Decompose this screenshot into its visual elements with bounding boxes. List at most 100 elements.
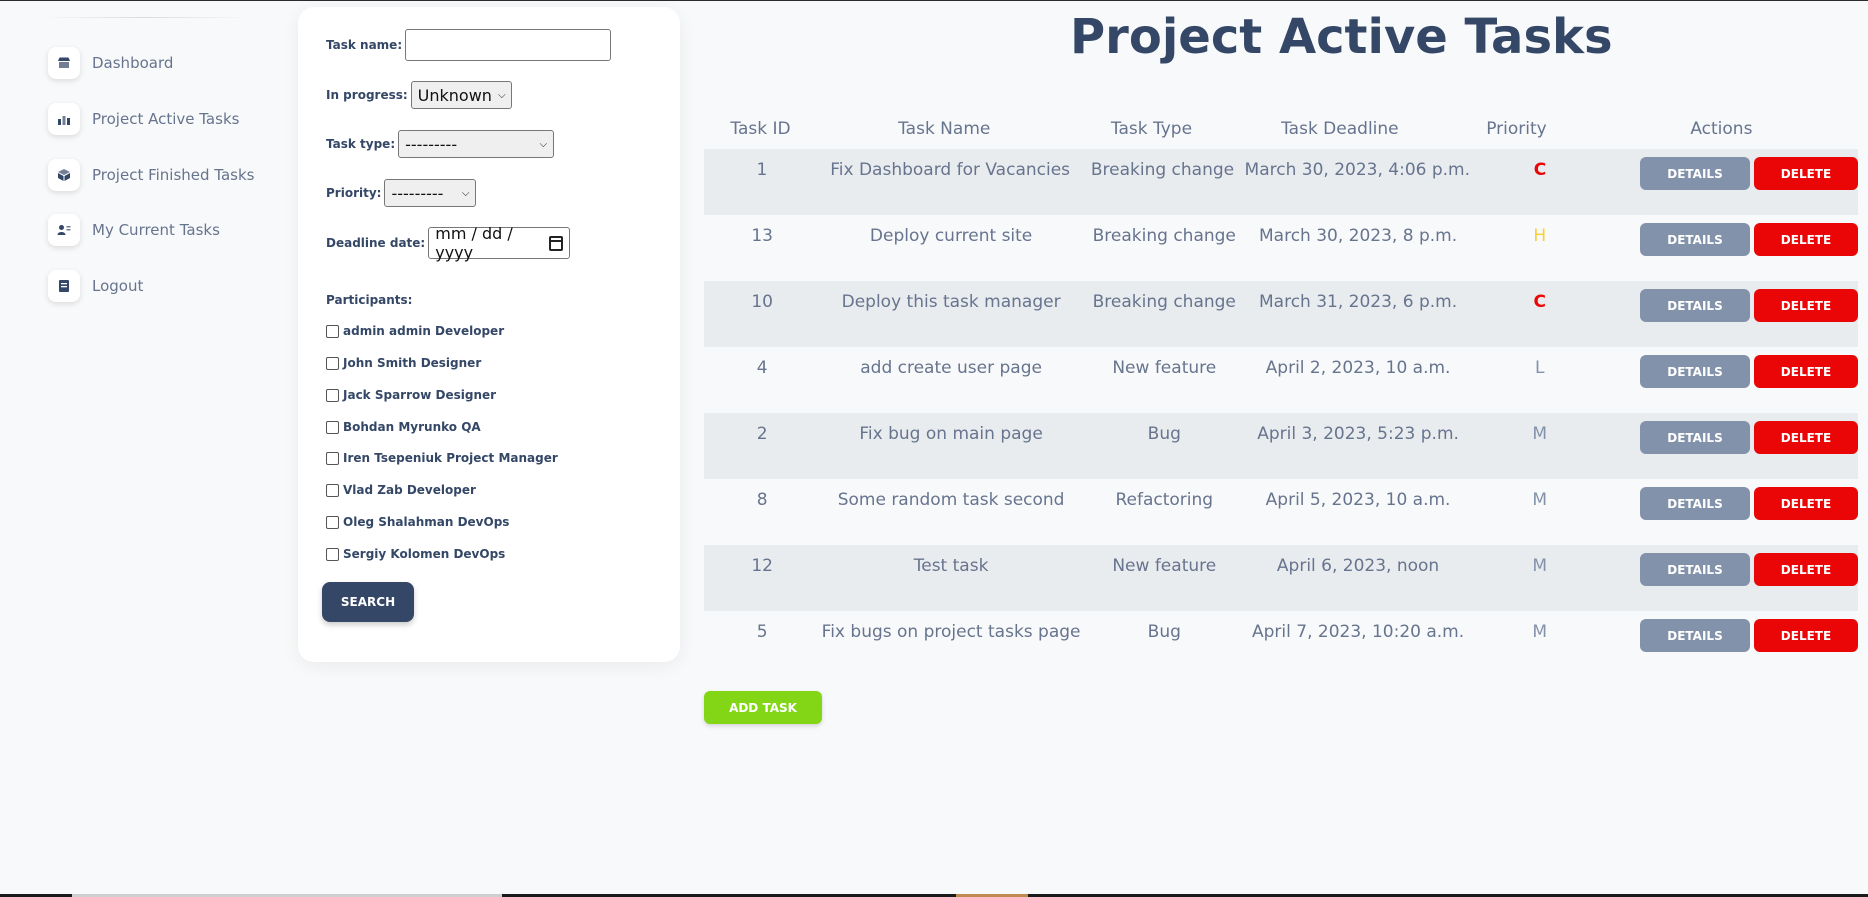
- sidebar-item-my-current-tasks[interactable]: My Current Tasks: [48, 210, 220, 250]
- table-body: 1 Fix Dashboard for Vacancies Breaking cha…: [704, 149, 1858, 677]
- task-id-cell: 4: [756, 358, 768, 378]
- sidebar-item-label: My Current Tasks: [92, 221, 220, 239]
- participant-option[interactable]: John Smith Designer: [326, 356, 481, 370]
- participant-option[interactable]: Jack Sparrow Designer: [326, 388, 496, 402]
- task-name-cell: Some random task second: [837, 490, 1065, 510]
- add-task-button[interactable]: ADD TASK: [704, 691, 822, 724]
- delete-button[interactable]: DELETE: [1754, 157, 1858, 190]
- task-name-label: Task name:: [326, 38, 403, 52]
- sidebar-item-label: Logout: [92, 277, 144, 295]
- details-button[interactable]: DETAILS: [1640, 553, 1750, 586]
- participant-checkbox[interactable]: [326, 356, 339, 370]
- task-name-cell: Deploy this task manager: [841, 292, 1061, 312]
- participant-option[interactable]: Bohdan Myrunko QA: [326, 420, 481, 434]
- calendar-icon[interactable]: [548, 235, 564, 251]
- task-type-select[interactable]: --------- ⌵: [398, 130, 555, 158]
- task-priority-cell: H: [1533, 226, 1547, 246]
- sidebar-item-dashboard[interactable]: Dashboard: [48, 43, 173, 83]
- task-type-row: Task type: --------- ⌵: [326, 130, 555, 158]
- column-header: Task Type: [1110, 119, 1193, 139]
- in-progress-row: In progress: Unknown ⌵: [326, 81, 512, 109]
- deadline-label: Deadline date:: [326, 236, 426, 250]
- search-button[interactable]: SEARCH: [322, 582, 414, 622]
- task-name-cell: Fix bug on main page: [859, 424, 1043, 444]
- task-deadline-cell: April 3, 2023, 5:23 p.m.: [1257, 424, 1459, 444]
- participant-checkbox[interactable]: [326, 420, 339, 434]
- sidebar-item-label: Project Finished Tasks: [92, 166, 255, 184]
- participant-checkbox[interactable]: [326, 547, 339, 561]
- column-header: Task ID: [730, 119, 791, 139]
- participant-label: Vlad Zab Developer: [343, 483, 476, 497]
- participant-option[interactable]: Vlad Zab Developer: [326, 483, 476, 497]
- column-header: Task Deadline: [1281, 119, 1399, 139]
- details-button[interactable]: DETAILS: [1640, 223, 1750, 256]
- task-priority-cell: M: [1532, 622, 1548, 642]
- participant-option[interactable]: admin admin Developer: [326, 324, 504, 338]
- row-actions: DETAILS DELETE: [1610, 215, 1858, 256]
- delete-button[interactable]: DELETE: [1754, 553, 1858, 586]
- table-row: 13 Deploy current site Breaking change Marc…: [704, 215, 1858, 281]
- details-button[interactable]: DETAILS: [1640, 157, 1750, 190]
- task-type-cell: New feature: [1112, 358, 1217, 378]
- task-priority-cell: M: [1532, 490, 1548, 510]
- in-progress-select[interactable]: Unknown ⌵: [410, 81, 512, 109]
- task-deadline-cell: April 5, 2023, 10 a.m.: [1265, 490, 1451, 510]
- task-type-cell: Bug: [1147, 424, 1181, 444]
- deadline-date-input[interactable]: mm / dd / yyyy: [428, 224, 571, 262]
- row-actions: DETAILS DELETE: [1610, 545, 1858, 586]
- task-priority-cell: L: [1535, 358, 1545, 378]
- task-name-cell: add create user page: [860, 358, 1042, 378]
- delete-button[interactable]: DELETE: [1754, 487, 1858, 520]
- participant-checkbox[interactable]: [326, 515, 339, 529]
- sidebar-item-project-finished-tasks[interactable]: Project Finished Tasks: [48, 155, 255, 195]
- priority-label: Priority:: [326, 186, 382, 200]
- task-id-cell: 5: [756, 622, 768, 642]
- task-id-cell: 1: [756, 160, 768, 180]
- sidebar-item-label: Project Active Tasks: [92, 110, 240, 128]
- task-priority-cell: M: [1532, 556, 1548, 576]
- task-id-cell: 10: [751, 292, 773, 312]
- table-row: 1 Fix Dashboard for Vacancies Breaking cha…: [704, 149, 1858, 215]
- delete-button[interactable]: DELETE: [1754, 223, 1858, 256]
- participant-label: admin admin Developer: [343, 324, 505, 338]
- task-name-input[interactable]: [405, 29, 612, 61]
- priority-select[interactable]: --------- ⌵: [384, 179, 477, 207]
- details-button[interactable]: DETAILS: [1640, 421, 1750, 454]
- participant-label: Bohdan Myrunko QA: [343, 420, 481, 434]
- participant-checkbox[interactable]: [326, 451, 339, 465]
- participant-option[interactable]: Oleg Shalahman DevOps: [326, 515, 509, 529]
- task-deadline-cell: April 2, 2023, 10 a.m.: [1265, 358, 1451, 378]
- chevron-down-icon: ⌵: [539, 138, 548, 150]
- details-button[interactable]: DETAILS: [1640, 487, 1750, 520]
- participant-checkbox[interactable]: [326, 388, 339, 402]
- details-button[interactable]: DETAILS: [1640, 355, 1750, 388]
- row-actions: DETAILS DELETE: [1610, 281, 1858, 322]
- task-name-row: Task name:: [326, 29, 612, 61]
- deadline-placeholder: mm / dd / yyyy: [435, 224, 513, 262]
- participant-label: Jack Sparrow Designer: [343, 388, 497, 402]
- task-name-cell: Test task: [913, 556, 989, 576]
- participant-checkbox[interactable]: [326, 324, 339, 338]
- participant-checkbox[interactable]: [326, 483, 339, 497]
- participant-label: John Smith Designer: [343, 356, 482, 370]
- delete-button[interactable]: DELETE: [1754, 355, 1858, 388]
- filter-card: Task name: In progress: Unknown ⌵ Task t…: [298, 7, 680, 662]
- delete-button[interactable]: DELETE: [1754, 421, 1858, 454]
- participant-option[interactable]: Sergiy Kolomen DevOps: [326, 547, 505, 561]
- details-button[interactable]: DETAILS: [1640, 619, 1750, 652]
- task-type-label: Task type:: [326, 137, 396, 151]
- table-row: 8 Some random task second Refactoring April…: [704, 479, 1858, 545]
- participant-option[interactable]: Iren Tsepeniuk Project Manager: [326, 451, 558, 465]
- delete-button[interactable]: DELETE: [1754, 289, 1858, 322]
- task-deadline-cell: April 6, 2023, noon: [1276, 556, 1440, 576]
- details-button[interactable]: DETAILS: [1640, 289, 1750, 322]
- task-name-cell: Deploy current site: [869, 226, 1033, 246]
- task-id-cell: 2: [756, 424, 768, 444]
- delete-button[interactable]: DELETE: [1754, 619, 1858, 652]
- sidebar-item-project-active-tasks[interactable]: Project Active Tasks: [48, 99, 239, 139]
- sidebar-item-logout[interactable]: Logout: [48, 266, 143, 306]
- sidebar-item-label: Dashboard: [92, 54, 174, 72]
- deadline-row: Deadline date: mm / dd / yyyy: [326, 224, 571, 262]
- task-type-cell: Breaking change: [1092, 226, 1236, 246]
- table-row: 10 Deploy this task manager Breaking chang…: [704, 281, 1858, 347]
